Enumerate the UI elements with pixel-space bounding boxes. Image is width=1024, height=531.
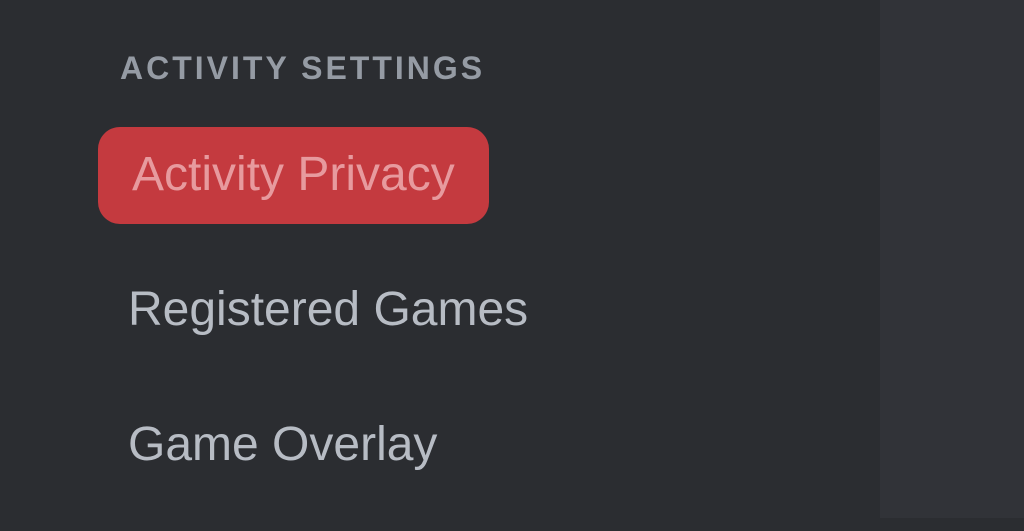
sidebar-item-registered-games[interactable]: Registered Games <box>98 262 558 359</box>
content-panel-edge <box>880 0 1024 518</box>
sidebar-item-activity-privacy[interactable]: Activity Privacy <box>98 127 489 224</box>
section-header-activity-settings: ACTIVITY SETTINGS <box>0 50 880 127</box>
sidebar-item-game-overlay[interactable]: Game Overlay <box>98 397 467 494</box>
settings-sidebar: ACTIVITY SETTINGS Activity Privacy Regis… <box>0 0 880 518</box>
sidebar-item-label: Activity Privacy <box>132 148 455 201</box>
sidebar-item-label: Game Overlay <box>128 418 437 471</box>
sidebar-item-label: Registered Games <box>128 283 528 336</box>
